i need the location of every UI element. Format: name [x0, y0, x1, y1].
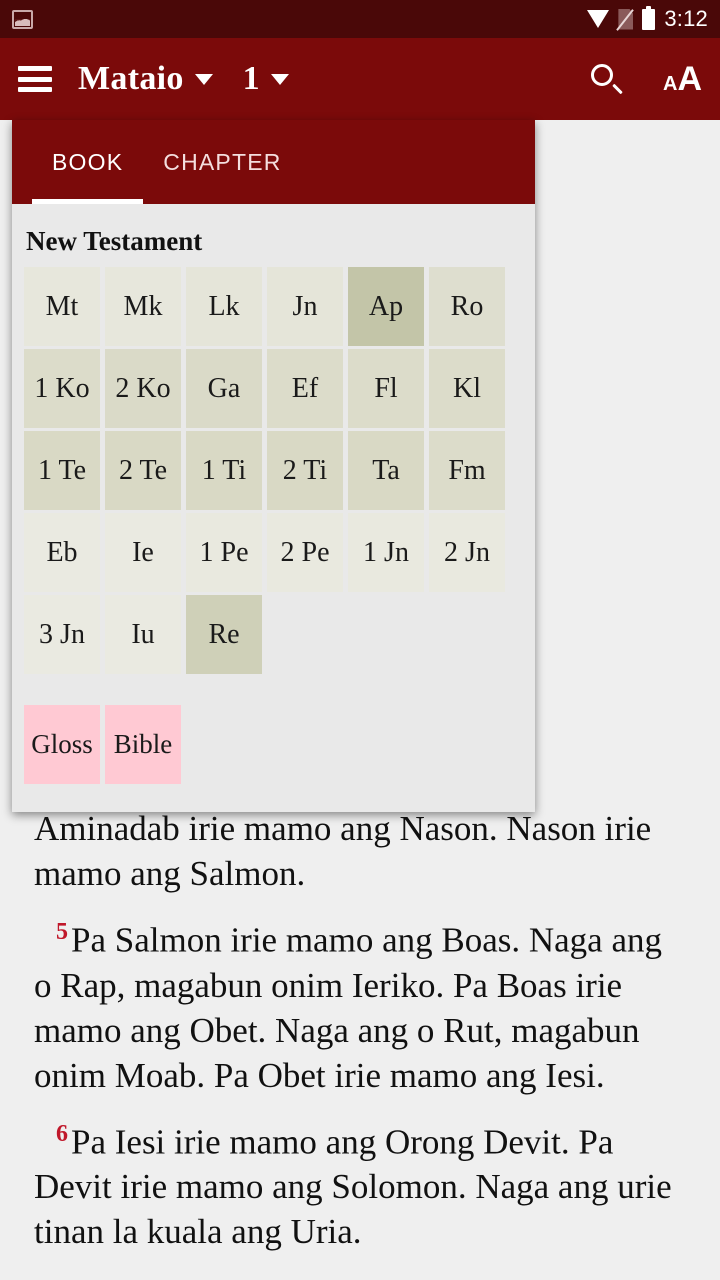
verse-text: Pa Iesi irie mamo ang Orong Devit. Pa De…: [34, 1122, 672, 1252]
book-cell[interactable]: Jn: [267, 267, 343, 346]
sim-card-off-icon: [616, 8, 635, 31]
testament-label: New Testament: [26, 226, 203, 256]
extra-button-bible[interactable]: Bible: [105, 705, 181, 784]
extra-button-row: Gloss Bible: [12, 705, 535, 784]
book-cell[interactable]: Ta: [348, 431, 424, 510]
verse: 6Pa Iesi irie mamo ang Orong Devit. Pa D…: [34, 1112, 686, 1255]
book-cell[interactable]: Ap: [348, 267, 424, 346]
book-cell[interactable]: 1 Pe: [186, 513, 262, 592]
book-cell[interactable]: Ef: [267, 349, 343, 428]
book-cell[interactable]: 2 Ti: [267, 431, 343, 510]
status-bar: 3:12: [0, 0, 720, 38]
book-name-label: Mataio: [78, 60, 184, 97]
book-cell[interactable]: 1 Ti: [186, 431, 262, 510]
hamburger-menu-icon[interactable]: [18, 66, 52, 92]
photo-notification-icon: [12, 9, 33, 29]
picker-body: New Testament Mt Mk Lk Jn Ap Ro 1 Ko 2 Ko Ga Ef Fl…: [12, 204, 535, 784]
verse-number: 6: [56, 1120, 68, 1147]
book-cell[interactable]: Ie: [105, 513, 181, 592]
text-size-icon[interactable]: A A: [663, 60, 702, 99]
chevron-down-icon-book: [194, 73, 213, 85]
book-cell[interactable]: 3 Jn: [24, 595, 100, 674]
book-cell[interactable]: 2 Jn: [429, 513, 505, 592]
book-cell[interactable]: 2 Ko: [105, 349, 181, 428]
chapter-selector[interactable]: 1: [213, 60, 289, 98]
book-cell[interactable]: 1 Ko: [24, 349, 100, 428]
wifi-icon: [587, 10, 610, 28]
status-bar-right: 3:12: [587, 5, 708, 32]
search-icon[interactable]: [590, 64, 623, 95]
book-cell[interactable]: Lk: [186, 267, 262, 346]
book-cell[interactable]: Mk: [105, 267, 181, 346]
text-size-small-a: A: [662, 72, 678, 95]
picker-tab-book[interactable]: BOOK: [32, 120, 144, 204]
verse-text: Pa Salmon irie mamo ang Boas. Naga ang o…: [34, 920, 662, 1095]
extra-button-gloss[interactable]: Gloss: [24, 705, 100, 784]
picker-tab-chapter[interactable]: CHAPTER: [143, 120, 301, 204]
status-bar-clock: 3:12: [664, 6, 708, 31]
verse: 5Pa Salmon irie mamo ang Boas. Naga ang …: [34, 910, 686, 1098]
app-bar: Mataio 1 A A: [0, 38, 720, 120]
book-cell[interactable]: 1 Te: [24, 431, 100, 510]
chevron-down-icon-chapter: [270, 73, 289, 85]
book-cell[interactable]: Mt: [24, 267, 100, 346]
status-bar-left: [12, 9, 33, 29]
verse-number: 5: [56, 919, 68, 945]
book-selector[interactable]: Mataio: [78, 60, 213, 98]
book-cell[interactable]: Fm: [429, 431, 505, 510]
book-cell[interactable]: 2 Te: [105, 431, 181, 510]
book-cell[interactable]: Ga: [186, 349, 262, 428]
verse: 7Pa Solomon irie mamo ang Reoboam. Reobo…: [34, 1268, 686, 1280]
chapter-number-label: 1: [242, 60, 260, 97]
battery-icon: [642, 5, 656, 30]
text-size-large-a: A: [677, 59, 702, 98]
verse: Aminadab irie mamo ang Nason. Nason irie…: [34, 806, 686, 896]
book-cell[interactable]: Fl: [348, 349, 424, 428]
book-cell[interactable]: Re: [186, 595, 262, 674]
picker-tabs: BOOK CHAPTER: [12, 120, 535, 204]
book-cell[interactable]: Ro: [429, 267, 505, 346]
book-cell[interactable]: 2 Pe: [267, 513, 343, 592]
app-root: 3:12 Mataio 1 A A Mataio nhirong l Karis…: [0, 0, 720, 1280]
book-cell[interactable]: Iu: [105, 595, 181, 674]
book-cell[interactable]: Eb: [24, 513, 100, 592]
book-cell[interactable]: 1 Jn: [348, 513, 424, 592]
book-chapter-picker-popup: BOOK CHAPTER New Testament Mt Mk Lk Jn Ap Ro 1 …: [12, 120, 535, 812]
verse-text: Aminadab irie mamo ang Nason. Nason irie…: [34, 809, 652, 893]
book-cell[interactable]: Kl: [429, 349, 505, 428]
book-grid: Mt Mk Lk Jn Ap Ro 1 Ko 2 Ko Ga Ef Fl Kl 1 Te 2 Te 1 Ti…: [12, 267, 512, 677]
